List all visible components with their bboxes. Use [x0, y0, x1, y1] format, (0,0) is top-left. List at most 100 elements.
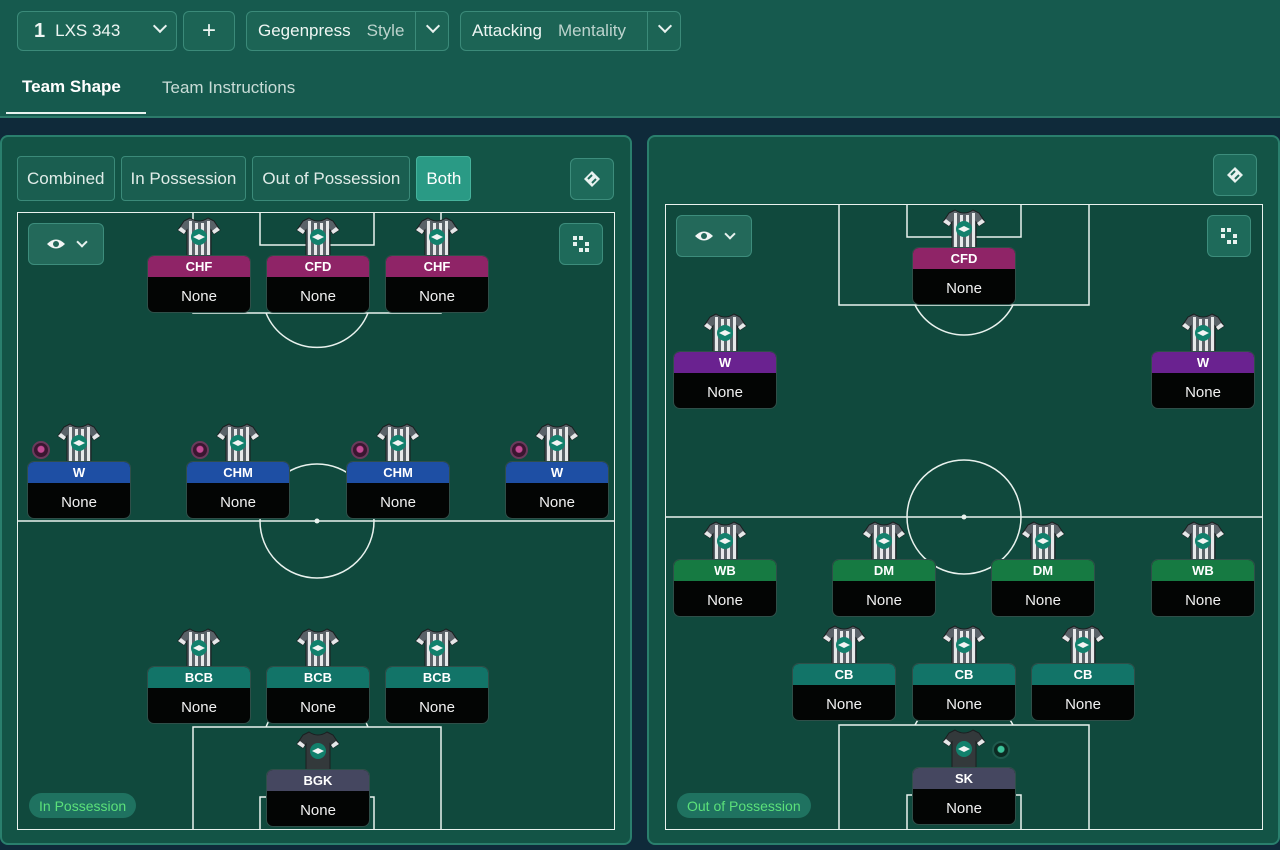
player-role-label: CFD	[913, 248, 1015, 269]
player-card[interactable]: CHM None	[346, 421, 450, 521]
player-duty-label: None	[1065, 696, 1101, 713]
add-tactic-button[interactable]: +	[183, 11, 235, 51]
player-shirt-icon	[176, 215, 222, 257]
player-role-card[interactable]: CHM None	[186, 461, 290, 519]
player-card[interactable]: W None	[505, 421, 609, 521]
mentality-value: Attacking	[472, 21, 542, 40]
tab-bar: Team Shape Team Instructions	[6, 62, 311, 114]
player-duty-label: None	[1025, 592, 1061, 609]
phase-tab-combined[interactable]: Combined	[17, 156, 115, 201]
player-card[interactable]: CHF None	[385, 215, 489, 315]
player-card[interactable]: WB None	[673, 519, 777, 619]
player-card[interactable]: SK None	[912, 727, 1016, 827]
player-card[interactable]: CB None	[912, 623, 1016, 723]
player-role-card[interactable]: W None	[27, 461, 131, 519]
tactic-name: LXS 343	[55, 21, 121, 40]
player-role-card[interactable]: CB None	[1031, 663, 1135, 721]
phase-toggle: Combined In Possession Out of Possession…	[17, 156, 472, 201]
player-role-card[interactable]: W None	[505, 461, 609, 519]
mentality-dropdown[interactable]: Attacking Mentality	[460, 11, 681, 51]
instruction-orb-icon[interactable]	[32, 441, 50, 459]
player-role-card[interactable]: W None	[1151, 351, 1255, 409]
instruction-orb-icon[interactable]	[351, 441, 369, 459]
player-card[interactable]: CHF None	[147, 215, 251, 315]
phase-tab-in-possession[interactable]: In Possession	[120, 156, 247, 201]
player-card[interactable]: BCB None	[266, 626, 370, 726]
player-card[interactable]: BCB None	[147, 626, 251, 726]
player-role-card[interactable]: WB None	[673, 559, 777, 617]
player-role-card[interactable]: CHF None	[147, 255, 251, 313]
player-role-card[interactable]: CB None	[792, 663, 896, 721]
player-card[interactable]: CB None	[1031, 623, 1135, 723]
player-duty-label: None	[866, 592, 902, 609]
grid-icon	[1221, 228, 1237, 244]
in-possession-pitch: In Possession CHF None CFD None CHF None WN…	[17, 212, 615, 830]
player-role-card[interactable]: WB None	[1151, 559, 1255, 617]
player-shirt-icon	[414, 626, 460, 668]
phase-tab-both[interactable]: Both	[416, 156, 472, 201]
view-options-button[interactable]	[28, 223, 104, 265]
player-role-label: DM	[992, 560, 1094, 581]
player-role-card[interactable]: BCB None	[385, 666, 489, 724]
player-card[interactable]: DM None	[991, 519, 1095, 619]
player-card[interactable]: CHM None	[186, 421, 290, 521]
player-duty-label: None	[220, 494, 256, 511]
tab-team-instructions[interactable]: Team Instructions	[146, 62, 311, 114]
player-card[interactable]: BCB None	[385, 626, 489, 726]
player-duty-label: None	[181, 699, 217, 716]
player-duty-label: None	[946, 800, 982, 817]
player-role-card[interactable]: BGK None	[266, 769, 370, 827]
player-role-card[interactable]: BCB None	[266, 666, 370, 724]
player-card[interactable]: W None	[1151, 311, 1255, 411]
player-card[interactable]: DM None	[832, 519, 936, 619]
player-role-label: WB	[1152, 560, 1254, 581]
player-role-label: BCB	[386, 667, 488, 688]
pitch-view-button[interactable]	[570, 158, 614, 200]
chevron-down-icon	[724, 227, 736, 240]
player-card[interactable]: CB None	[792, 623, 896, 723]
player-role-card[interactable]: CHF None	[385, 255, 489, 313]
player-card[interactable]: CFD None	[912, 207, 1016, 307]
tactic-number: 1	[34, 19, 46, 42]
player-role-card[interactable]: CHM None	[346, 461, 450, 519]
player-role-card[interactable]: CFD None	[266, 255, 370, 313]
formation-grid-button[interactable]	[559, 223, 603, 265]
eye-icon	[695, 231, 713, 241]
pitch-view-button[interactable]	[1213, 154, 1257, 196]
chevron-down-icon	[657, 18, 673, 34]
mentality-label: Mentality	[557, 21, 626, 40]
player-role-card[interactable]: DM None	[991, 559, 1095, 617]
formation-grid-button[interactable]	[1207, 215, 1251, 257]
out-of-possession-panel: Out of Possession CFD None W None W None WB…	[647, 135, 1280, 845]
player-card[interactable]: CFD None	[266, 215, 370, 315]
tactic-selector[interactable]: 1 LXS 343	[17, 11, 177, 51]
player-shirt-icon	[1180, 311, 1226, 353]
player-role-card[interactable]: DM None	[832, 559, 936, 617]
phase-label-in-possession: In Possession	[29, 793, 137, 818]
player-card[interactable]: BGK None	[266, 729, 370, 829]
phase-tab-out-of-possession[interactable]: Out of Possession	[252, 156, 411, 201]
player-role-card[interactable]: SK None	[912, 767, 1016, 825]
player-role-label: CHM	[187, 462, 289, 483]
view-options-button[interactable]	[676, 215, 752, 257]
player-shirt-icon	[295, 215, 341, 257]
player-shirt-icon	[861, 519, 907, 561]
instruction-orb-icon[interactable]	[992, 741, 1010, 759]
player-role-card[interactable]: W None	[673, 351, 777, 409]
player-role-card[interactable]: CB None	[912, 663, 1016, 721]
tab-team-shape[interactable]: Team Shape	[6, 62, 146, 114]
player-role-card[interactable]: CFD None	[912, 247, 1016, 305]
instruction-orb-icon[interactable]	[191, 441, 209, 459]
player-role-card[interactable]: BCB None	[147, 666, 251, 724]
tactic-header: 1 LXS 343 + Gegenpress Style Attacking M…	[0, 0, 1280, 118]
chevron-down-icon	[152, 18, 168, 34]
player-card[interactable]: W None	[673, 311, 777, 411]
player-card[interactable]: W None	[27, 421, 131, 521]
player-duty-label: None	[826, 696, 862, 713]
player-shirt-icon	[941, 623, 987, 665]
style-dropdown[interactable]: Gegenpress Style	[246, 11, 449, 51]
player-duty-label: None	[300, 288, 336, 305]
player-card[interactable]: WB None	[1151, 519, 1255, 619]
eye-icon	[47, 239, 65, 249]
instruction-orb-icon[interactable]	[510, 441, 528, 459]
